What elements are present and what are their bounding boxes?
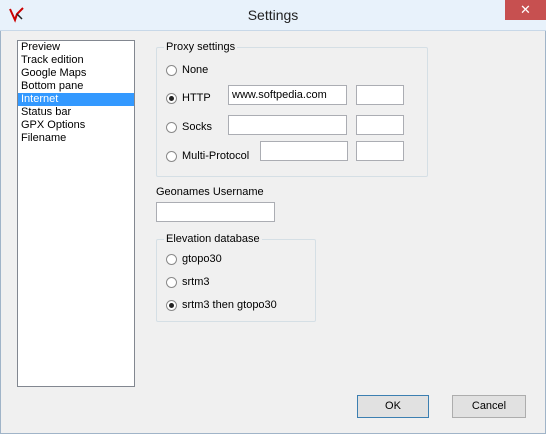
geonames-username-label: Geonames Username [156, 186, 264, 198]
socks-port-field[interactable] [356, 115, 404, 135]
proxy-socks-label: Socks [182, 121, 212, 133]
proxy-socks-radio[interactable] [166, 122, 177, 133]
proxy-none-radio[interactable] [166, 65, 177, 76]
elevation-gtopo30-label: gtopo30 [182, 253, 222, 265]
category-item-preview[interactable]: Preview [18, 41, 134, 54]
ok-button[interactable]: OK [357, 395, 429, 418]
close-icon: ✕ [520, 2, 531, 17]
multi-host-field[interactable] [260, 141, 348, 161]
proxy-http-radio[interactable] [166, 93, 177, 104]
http-host-field[interactable]: www.softpedia.com [228, 85, 347, 105]
http-port-field[interactable] [356, 85, 404, 105]
elevation-gtopo30-radio[interactable] [166, 254, 177, 265]
elevation-srtm3-then-gtopo30-label: srtm3 then gtopo30 [182, 299, 277, 311]
proxy-multi-radio[interactable] [166, 151, 177, 162]
elevation-srtm3-then-gtopo30-radio[interactable] [166, 300, 177, 311]
proxy-none-label: None [182, 64, 209, 76]
category-item-bottom-pane[interactable]: Bottom pane [18, 80, 134, 93]
close-button[interactable]: ✕ [505, 0, 546, 20]
geonames-username-field[interactable] [156, 202, 275, 222]
title-bar: Settings ✕ [0, 0, 546, 31]
elevation-database-label: Elevation database [164, 233, 262, 245]
settings-category-list[interactable]: Preview Track edition Google Maps Bottom… [17, 40, 135, 387]
cancel-button[interactable]: Cancel [452, 395, 526, 418]
socks-host-field[interactable] [228, 115, 347, 135]
category-item-filename[interactable]: Filename [18, 132, 134, 145]
category-item-internet[interactable]: Internet [18, 93, 134, 106]
elevation-srtm3-label: srtm3 [182, 276, 210, 288]
multi-port-field[interactable] [356, 141, 404, 161]
category-item-status-bar[interactable]: Status bar [18, 106, 134, 119]
category-item-google-maps[interactable]: Google Maps [18, 67, 134, 80]
category-item-gpx-options[interactable]: GPX Options [18, 119, 134, 132]
elevation-srtm3-radio[interactable] [166, 277, 177, 288]
proxy-settings-label: Proxy settings [164, 41, 238, 53]
window-title: Settings [247, 7, 299, 23]
proxy-http-label: HTTP [182, 92, 211, 104]
proxy-multi-label: Multi-Protocol [182, 150, 250, 162]
category-item-track-edition[interactable]: Track edition [18, 54, 134, 67]
